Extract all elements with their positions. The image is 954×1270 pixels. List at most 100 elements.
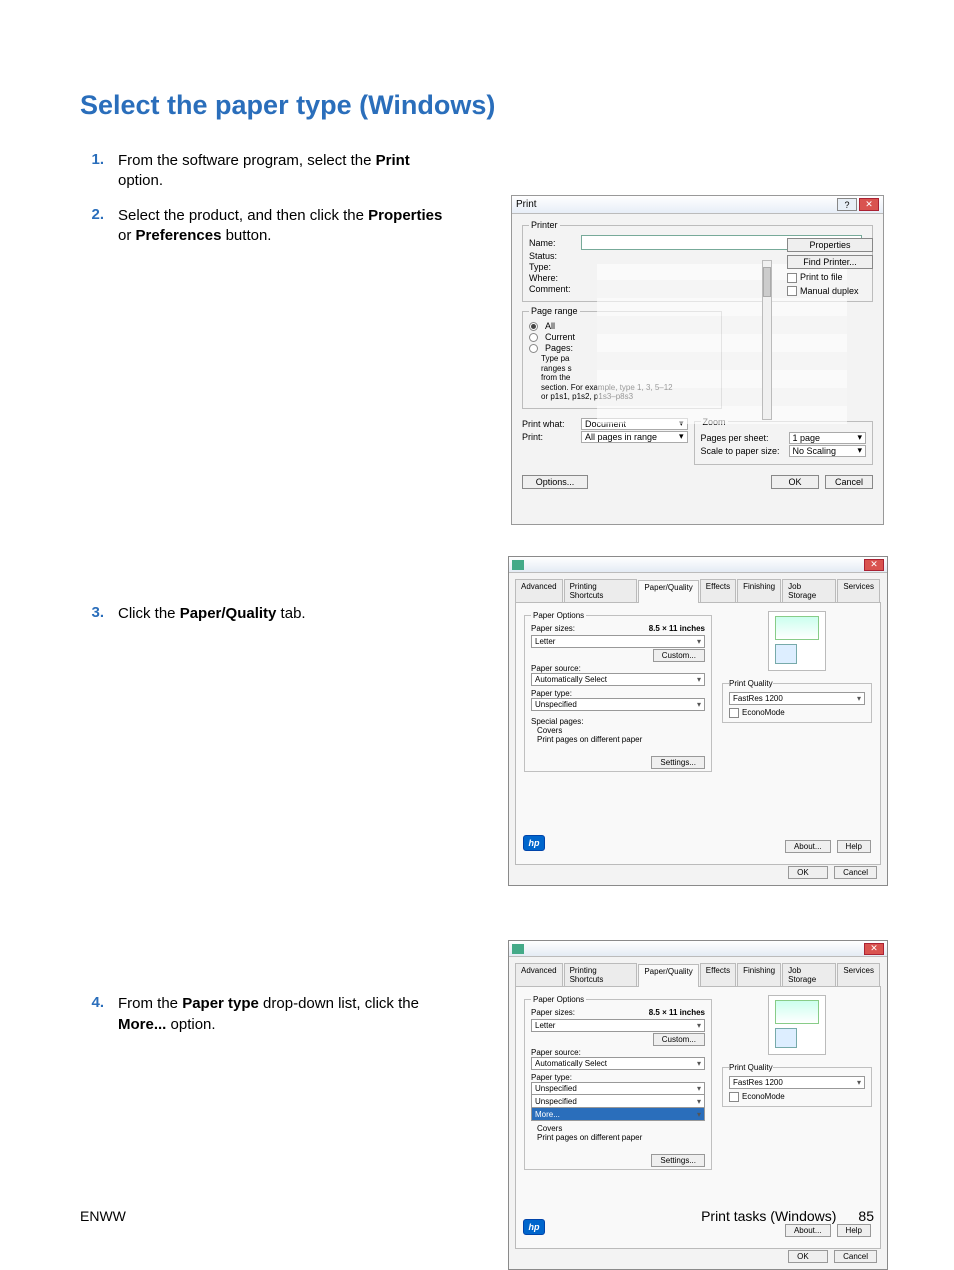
tab-finishing[interactable]: Finishing [737,963,781,986]
diff-paper-item[interactable]: Print pages on different paper [531,735,705,744]
step-text: From the Paper type drop-down list, clic… [118,994,458,1035]
print-quality-group: Print Quality FastRes 1200 EconoMode [722,1063,872,1107]
tab-finishing[interactable]: Finishing [737,579,781,602]
custom-button[interactable]: Custom... [653,649,705,662]
diff-paper-item[interactable]: Print pages on different paper [531,1133,705,1142]
settings-button[interactable]: Settings... [651,756,705,769]
page-preview [768,611,826,671]
page-number: 85 [858,1208,874,1224]
tab-effects[interactable]: Effects [700,579,736,602]
comment-label: Comment: [529,284,577,294]
tab-advanced[interactable]: Advanced [515,579,563,602]
print-to-file-checkbox[interactable]: Print to file [787,272,873,283]
ok-button[interactable]: OK [771,475,819,489]
tab-job-storage[interactable]: Job Storage [782,579,836,602]
step-text: From the software program, select the Pr… [118,151,458,192]
cancel-button[interactable]: Cancel [834,866,877,879]
tab-paper-quality[interactable]: Paper/Quality [638,580,698,603]
cancel-button[interactable]: Cancel [834,1250,877,1263]
paper-sizes-dim: 8.5 × 11 inches [649,1008,705,1017]
tab-job-storage[interactable]: Job Storage [782,963,836,986]
properties-button[interactable]: Properties [787,238,873,252]
economode-checkbox[interactable]: EconoMode [729,1092,865,1102]
print-what-label: Print what: [522,419,577,429]
pps-label: Pages per sheet: [701,433,785,443]
tab-printing-shortcuts[interactable]: Printing Shortcuts [564,579,638,602]
paper-type-option-more[interactable]: More... [531,1108,705,1121]
paper-type-option-unspecified[interactable]: Unspecified [531,1095,705,1108]
tab-services[interactable]: Services [837,579,880,602]
scrollbar[interactable] [762,260,772,420]
step-1: 1. From the software program, select the… [84,151,874,192]
paper-type-select[interactable]: Unspecified [531,1082,705,1095]
print-label: Print: [522,432,577,442]
covers-item[interactable]: Covers [531,1124,705,1133]
footer-left: ENWW [80,1208,126,1224]
footer-right: Print tasks (Windows) [701,1208,836,1224]
about-button[interactable]: About... [785,1224,831,1237]
properties-dialog-1: ✕ Advanced Printing Shortcuts Paper/Qual… [508,556,888,886]
economode-checkbox[interactable]: EconoMode [729,708,865,718]
paper-type-label: Paper type: [531,1073,705,1082]
cancel-button[interactable]: Cancel [825,475,873,489]
dialog-icon [512,944,524,954]
zoom-group: Zoom Pages per sheet: 1 page▾ Scale to p… [694,417,874,465]
name-label: Name: [529,238,577,248]
paper-source-label: Paper source: [531,1048,705,1057]
step-number: 1. [84,151,118,192]
step-text: Select the product, and then click the P… [118,206,458,247]
settings-button[interactable]: Settings... [651,1154,705,1167]
about-button[interactable]: About... [785,840,831,853]
step-number: 2. [84,206,118,247]
paper-source-select[interactable]: Automatically Select [531,1057,705,1070]
dialog-icon [512,560,524,570]
step-number: 4. [84,994,118,1035]
paper-source-select[interactable]: Automatically Select [531,673,705,686]
close-icon[interactable]: ✕ [864,943,884,955]
tab-services[interactable]: Services [837,963,880,986]
type-label: Type: [529,262,577,272]
group-legend: Page range [529,306,580,316]
print-select[interactable]: All pages in range▾ [581,431,688,443]
ok-button[interactable]: OK [788,866,828,879]
find-printer-button[interactable]: Find Printer... [787,255,873,269]
covers-item[interactable]: Covers [531,726,705,735]
page-footer: ENWW Print tasks (Windows) 85 [80,1208,874,1224]
special-pages-label: Special pages: [531,717,705,726]
paper-sizes-dim: 8.5 × 11 inches [649,624,705,633]
ok-button[interactable]: OK [788,1250,828,1263]
paper-type-label: Paper type: [531,689,705,698]
paper-type-select[interactable]: Unspecified [531,698,705,711]
help-button[interactable]: Help [837,1224,871,1237]
paper-size-select[interactable]: Letter [531,635,705,648]
custom-button[interactable]: Custom... [653,1033,705,1046]
close-icon[interactable]: ✕ [859,198,879,211]
print-quality-select[interactable]: FastRes 1200 [729,1076,865,1089]
tab-paper-quality[interactable]: Paper/Quality [638,964,698,987]
manual-duplex-checkbox[interactable]: Manual duplex [787,286,873,297]
tab-advanced[interactable]: Advanced [515,963,563,986]
status-label: Status: [529,251,577,261]
dialog-titlebar: ✕ [509,941,887,957]
paper-size-select[interactable]: Letter [531,1019,705,1032]
scale-select[interactable]: No Scaling▾ [789,445,867,457]
help-icon[interactable]: ? [837,198,857,211]
paper-sizes-label: Paper sizes: [531,624,575,633]
tab-effects[interactable]: Effects [700,963,736,986]
dialog-titlebar: ✕ [509,557,887,573]
paper-options-group: Paper Options Paper sizes:8.5 × 11 inche… [524,611,712,772]
help-button[interactable]: Help [837,840,871,853]
options-button[interactable]: Options... [522,475,588,489]
tab-strip: Advanced Printing Shortcuts Paper/Qualit… [515,963,881,987]
print-quality-select[interactable]: FastRes 1200 [729,692,865,705]
paper-options-group: Paper Options Paper sizes:8.5 × 11 inche… [524,995,712,1170]
close-icon[interactable]: ✕ [864,559,884,571]
tab-strip: Advanced Printing Shortcuts Paper/Qualit… [515,579,881,603]
dialog-title: Print [516,199,537,210]
page-preview [768,995,826,1055]
scale-label: Scale to paper size: [701,446,785,456]
hp-logo-icon: hp [523,835,545,851]
step-text: Click the Paper/Quality tab. [118,604,306,624]
tab-printing-shortcuts[interactable]: Printing Shortcuts [564,963,638,986]
pages-per-sheet-select[interactable]: 1 page▾ [789,432,867,444]
